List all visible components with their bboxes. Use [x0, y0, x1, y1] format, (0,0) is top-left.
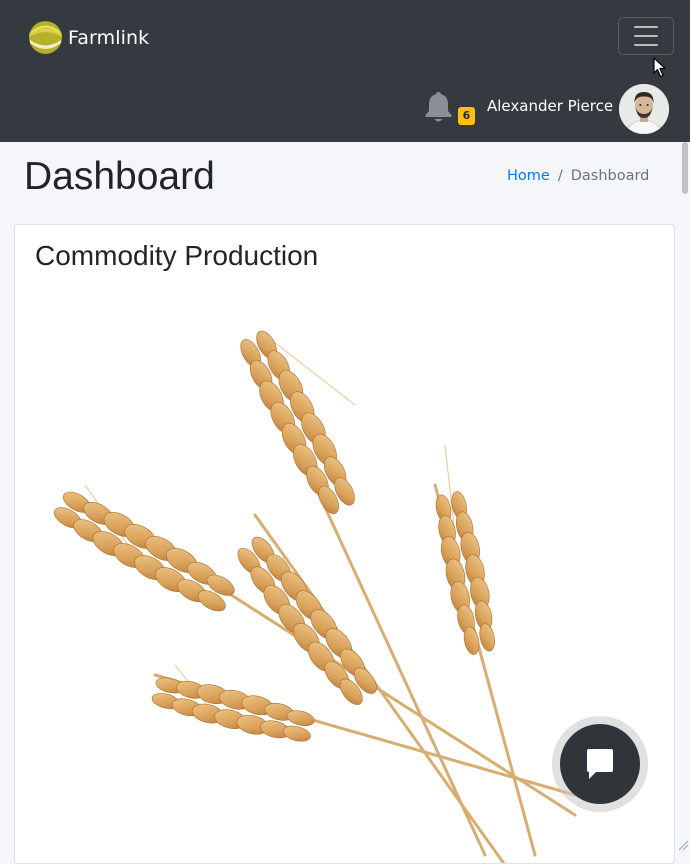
breadcrumb-home-link[interactable]: Home — [507, 168, 550, 184]
chat-bubble-icon — [587, 749, 613, 779]
chat-button[interactable] — [552, 716, 648, 812]
farmlink-logo-icon — [29, 21, 62, 54]
card-title: Commodity Production — [35, 240, 319, 271]
hamburger-menu-icon — [634, 26, 658, 28]
breadcrumb-separator: / — [557, 168, 563, 184]
scrollbar-thumb[interactable] — [682, 142, 688, 194]
page-title: Dashboard — [24, 155, 215, 198]
breadcrumb: Home / Dashboard — [507, 168, 649, 184]
user-name[interactable]: Alexander Pierce — [487, 97, 613, 115]
menu-toggle-button[interactable] — [618, 17, 674, 55]
brand-name: Farmlink — [68, 26, 150, 49]
notification-count-badge: 6 — [458, 107, 475, 125]
bell-icon — [423, 90, 454, 124]
resize-grip-icon[interactable] — [677, 836, 689, 851]
breadcrumb-current: Dashboard — [570, 168, 650, 184]
top-navbar: Farmlink 6 Alexander Pierce — [0, 0, 690, 142]
mouse-cursor-icon — [653, 57, 669, 79]
brand-link[interactable]: Farmlink — [29, 21, 149, 54]
notifications-button[interactable]: 6 — [423, 90, 475, 126]
user-avatar[interactable] — [619, 84, 669, 134]
